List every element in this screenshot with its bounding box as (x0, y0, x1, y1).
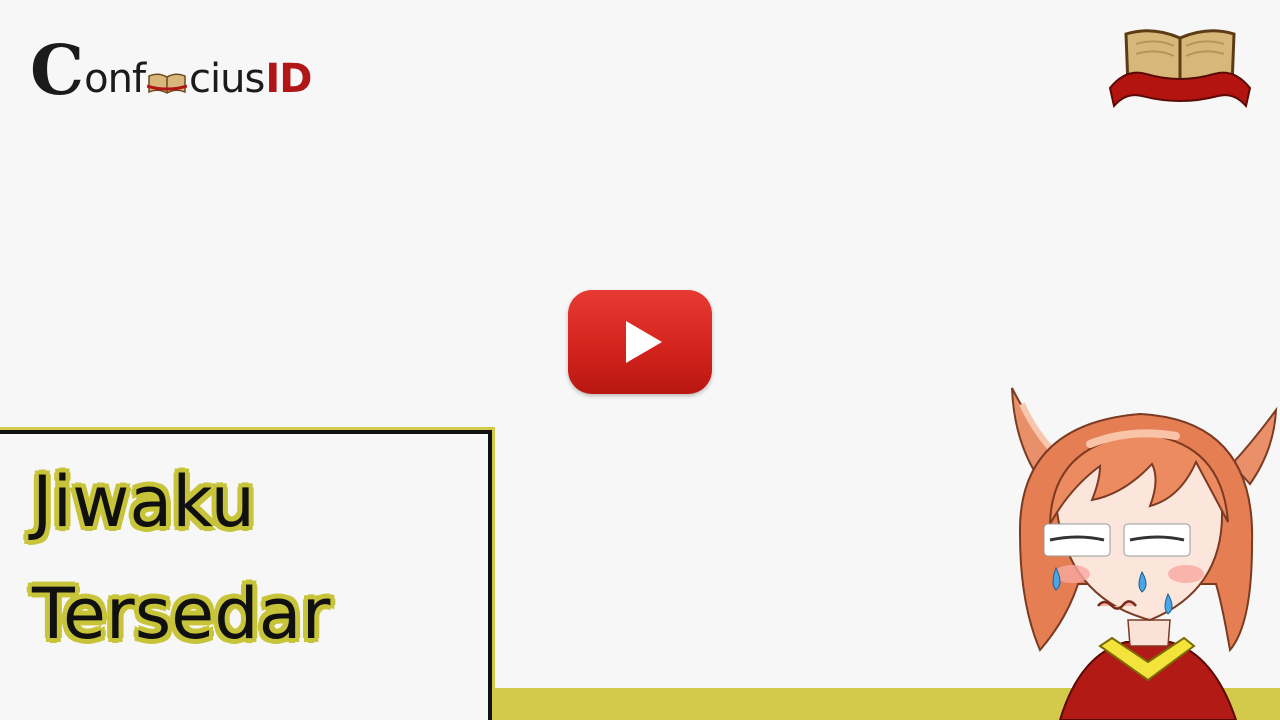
logo-text-part-b: cius (189, 56, 265, 102)
logo-wordmark: onf cius ID (84, 54, 312, 104)
open-book-icon (147, 73, 188, 94)
logo-initial: C (30, 31, 85, 111)
crying-fox-girl-illustration (1011, 387, 1278, 720)
brand-logo[interactable]: C onf cius ID (30, 31, 312, 111)
title-line-1: Jiwaku (32, 461, 255, 543)
title-line-2: Tersedar (32, 573, 331, 655)
open-book-banner-icon (1108, 29, 1252, 109)
logo-text-part-a: onf (84, 56, 146, 102)
play-button[interactable] (568, 290, 712, 394)
title-card: Jiwaku Tersedar (0, 430, 492, 720)
logo-text-id: ID (265, 56, 312, 102)
